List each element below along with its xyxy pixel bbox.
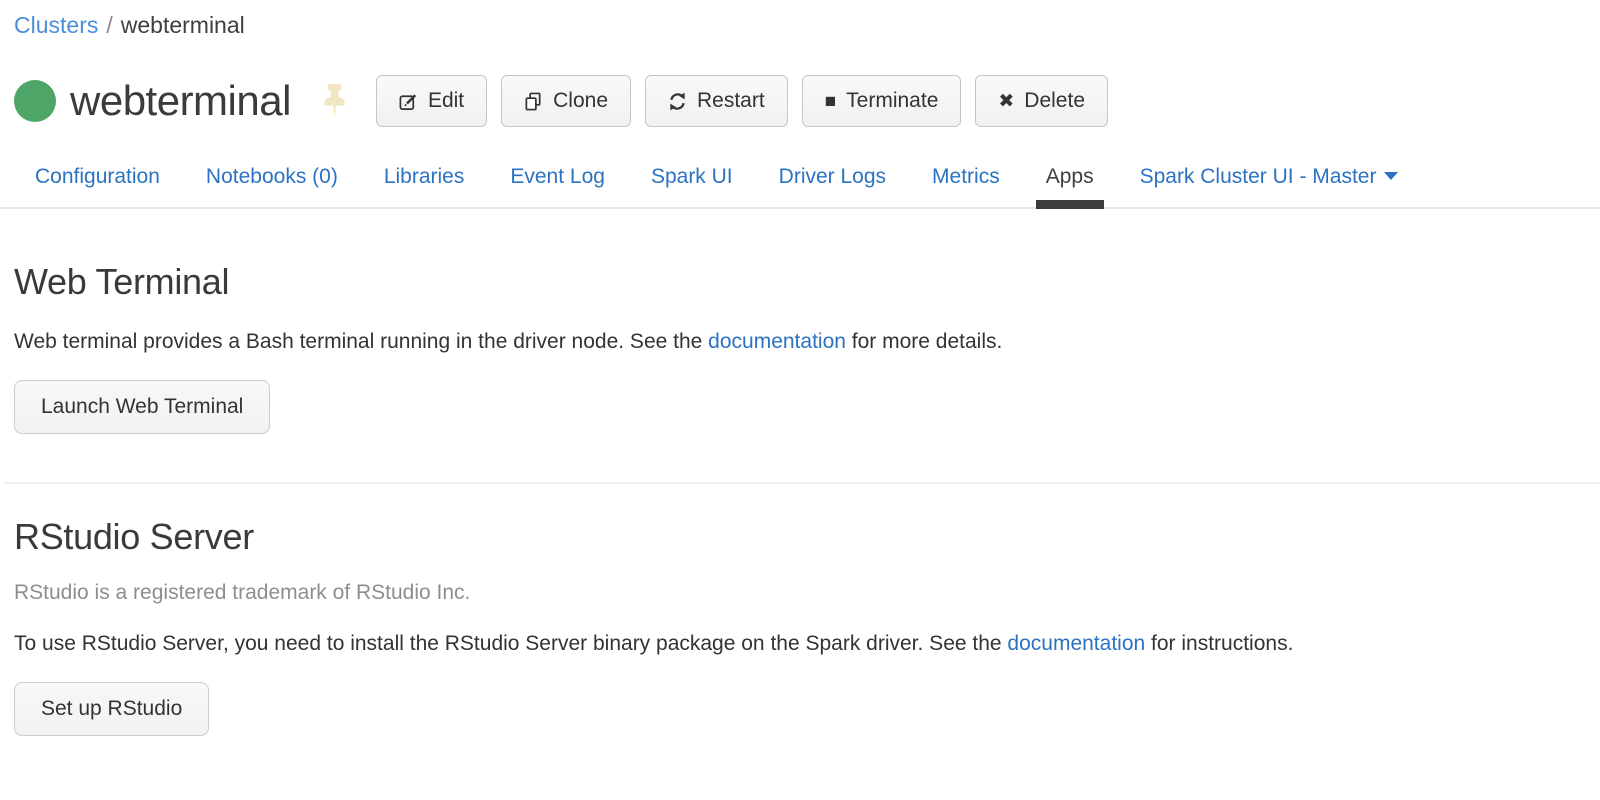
tab-metrics[interactable]: Metrics [917,155,1015,207]
web-terminal-description-text: Web terminal provides a Bash terminal ru… [14,330,708,353]
rstudio-trademark-note: RStudio is a registered trademark of RSt… [14,581,1586,605]
rstudio-section: RStudio Server RStudio is a registered t… [14,516,1586,736]
web-terminal-description-tail: for more details. [846,330,1002,353]
web-terminal-description: Web terminal provides a Bash terminal ru… [14,330,1586,354]
terminate-button[interactable]: ■ Terminate [802,75,962,127]
cluster-header: webterminal Edit [14,73,1600,129]
rstudio-description: To use RStudio Server, you need to insta… [14,632,1586,656]
tabs-bar: Configuration Notebooks (0) Libraries Ev… [0,155,1600,209]
clone-icon [524,92,543,111]
edit-button-label: Edit [428,89,464,113]
rstudio-description-text: To use RStudio Server, you need to insta… [14,632,1007,655]
rstudio-description-tail: for instructions. [1145,632,1293,655]
launch-web-terminal-button[interactable]: Launch Web Terminal [14,380,270,434]
restart-button[interactable]: Restart [645,75,788,127]
restart-button-label: Restart [697,89,765,113]
delete-x-icon: ✖ [998,92,1014,111]
rstudio-heading: RStudio Server [14,516,1586,558]
edit-button[interactable]: Edit [376,75,487,127]
tab-spark-ui[interactable]: Spark UI [636,155,748,207]
caret-down-icon [1384,172,1398,180]
tab-spark-cluster-ui-master-label: Spark Cluster UI - Master [1140,165,1377,188]
breadcrumb-separator: / [106,12,112,38]
terminate-button-label: Terminate [846,89,938,113]
web-terminal-heading: Web Terminal [14,261,1586,303]
breadcrumb: Clusters / webterminal [0,0,1600,39]
tab-spark-cluster-ui-master[interactable]: Spark Cluster UI - Master [1125,155,1414,207]
tab-driver-logs[interactable]: Driver Logs [764,155,901,207]
tab-apps[interactable]: Apps [1031,155,1109,207]
breadcrumb-current: webterminal [121,12,245,38]
tabs: Configuration Notebooks (0) Libraries Ev… [20,155,1600,207]
tab-configuration[interactable]: Configuration [20,155,175,207]
restart-icon [668,92,687,111]
web-terminal-section: Web Terminal Web terminal provides a Bas… [14,261,1586,434]
rstudio-documentation-link[interactable]: documentation [1007,632,1145,655]
breadcrumb-clusters-link[interactable]: Clusters [14,12,98,38]
tab-libraries[interactable]: Libraries [369,155,480,207]
tab-event-log[interactable]: Event Log [495,155,620,207]
terminate-square-icon: ■ [825,92,836,111]
cluster-status-icon [14,80,56,122]
section-divider [4,482,1600,484]
web-terminal-documentation-link[interactable]: documentation [708,330,846,353]
pin-icon [321,106,348,121]
clone-button-label: Clone [553,89,608,113]
pin-cluster-button[interactable] [321,84,348,118]
cluster-title: webterminal [70,77,291,125]
clone-button[interactable]: Clone [501,75,631,127]
delete-button[interactable]: ✖ Delete [975,75,1108,127]
delete-button-label: Delete [1024,89,1085,113]
set-up-rstudio-button[interactable]: Set up RStudio [14,682,209,736]
edit-icon [399,92,418,111]
tab-notebooks[interactable]: Notebooks (0) [191,155,353,207]
